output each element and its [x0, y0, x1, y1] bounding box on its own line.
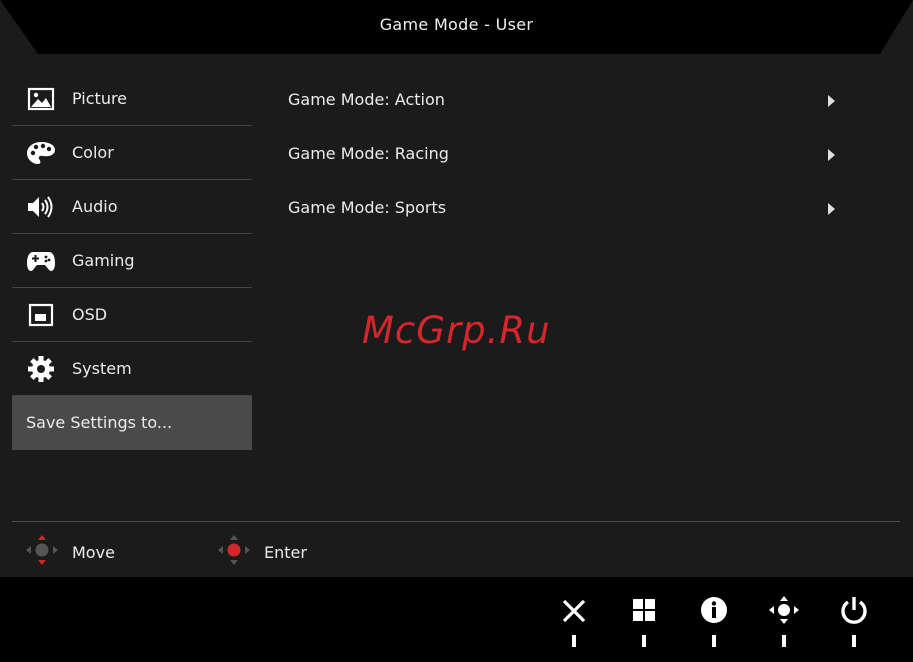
navigate-button[interactable] [764, 595, 804, 647]
sidebar-item-picture[interactable]: Picture [12, 72, 252, 126]
menu-item-label: Game Mode: Action [288, 89, 445, 109]
sidebar-item-label: System [72, 359, 132, 378]
page-title: Game Mode - User [379, 15, 534, 34]
header: Game Mode - User [0, 0, 913, 54]
power-button[interactable] [834, 595, 874, 647]
navigate-icon [769, 596, 799, 624]
grid-icon [633, 599, 655, 621]
gear-icon [26, 354, 56, 384]
hardware-button-bar [0, 577, 913, 662]
sidebar: Picture Color Audio Gaming OSD System Sa… [12, 72, 252, 450]
enter-joystick-icon [216, 534, 252, 570]
close-button[interactable] [554, 595, 594, 647]
menu-item-label: Game Mode: Sports [288, 197, 447, 217]
sidebar-item-gaming[interactable]: Gaming [12, 234, 252, 288]
game-mode-list: Game Mode: Action Game Mode: Racing Game… [288, 72, 848, 234]
sidebar-item-label: Save Settings to... [26, 413, 173, 432]
sidebar-item-audio[interactable]: Audio [12, 180, 252, 234]
menu-item-label: Game Mode: Racing [288, 143, 449, 163]
sidebar-item-osd[interactable]: OSD [12, 288, 252, 342]
info-button[interactable] [694, 595, 734, 647]
move-joystick-icon [24, 534, 60, 570]
sidebar-item-label: Color [72, 143, 114, 162]
divider [12, 521, 900, 522]
sidebar-item-label: Picture [72, 89, 128, 108]
button-tick [712, 635, 716, 647]
button-tick [572, 635, 576, 647]
menu-item-racing[interactable]: Game Mode: Racing [288, 126, 848, 180]
sidebar-item-color[interactable]: Color [12, 126, 252, 180]
sidebar-item-system[interactable]: System [12, 342, 252, 396]
chevron-right-icon [828, 95, 835, 107]
sidebar-item-save-settings[interactable]: Save Settings to... [12, 396, 252, 450]
enter-hint: Enter [216, 534, 307, 570]
watermark: McGrp.Ru [362, 309, 551, 352]
chevron-right-icon [828, 203, 835, 215]
move-hint-label: Move [72, 542, 115, 562]
palette-icon [26, 138, 56, 168]
speaker-icon [26, 192, 56, 222]
button-tick [852, 635, 856, 647]
picture-icon [26, 84, 56, 114]
sidebar-item-label: Audio [72, 197, 118, 216]
close-icon [562, 599, 586, 623]
button-tick [782, 635, 786, 647]
sidebar-item-label: Gaming [72, 251, 135, 270]
menu-item-action[interactable]: Game Mode: Action [288, 72, 848, 126]
menu-grid-button[interactable] [624, 595, 664, 647]
sidebar-item-label: OSD [72, 305, 108, 324]
info-icon [701, 597, 727, 623]
osd-menu: Game Mode - User Picture Color Audio Gam… [0, 0, 913, 662]
move-hint: Move [24, 534, 115, 570]
button-tick [642, 635, 646, 647]
chevron-right-icon [828, 149, 835, 161]
osd-window-icon [26, 300, 56, 330]
gamepad-icon [26, 246, 56, 276]
enter-hint-label: Enter [264, 542, 307, 562]
menu-item-sports[interactable]: Game Mode: Sports [288, 180, 848, 234]
power-icon [841, 597, 867, 624]
